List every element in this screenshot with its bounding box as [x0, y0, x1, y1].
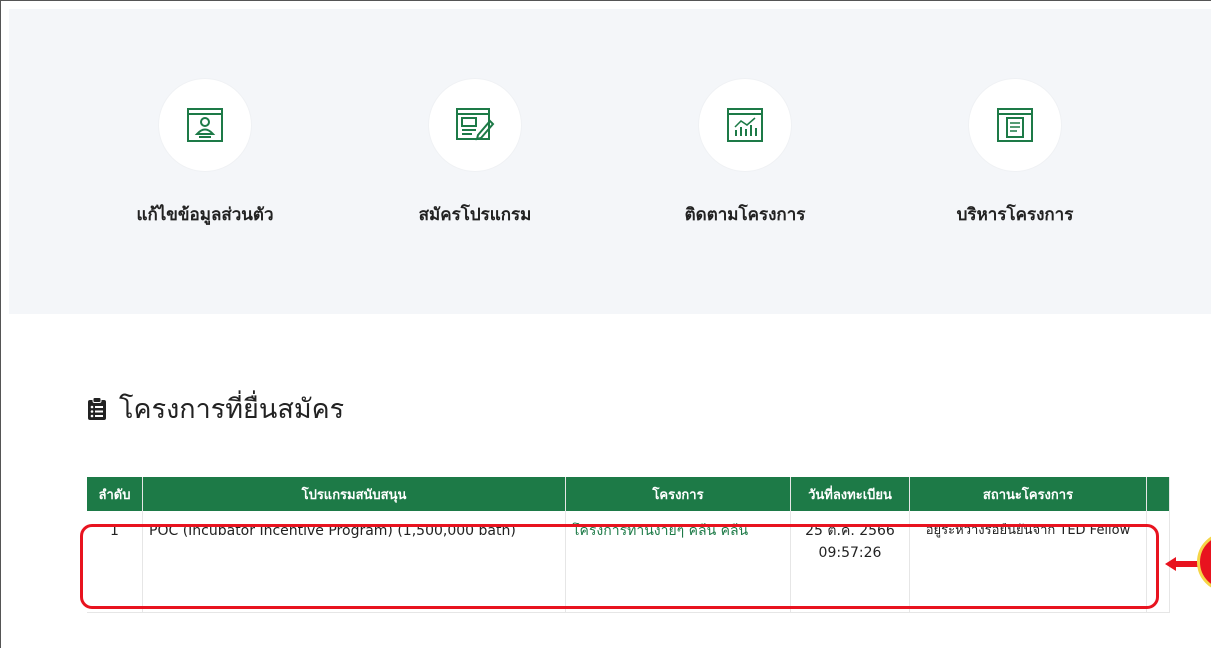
column-header-program[interactable]: โปรแกรมสนับสนุน	[142, 477, 566, 511]
quick-menu: แก้ไขข้อมูลส่วนตัว สมัครโปรแกรม ติดตามโค…	[9, 9, 1211, 314]
menu-item-edit-profile[interactable]: แก้ไขข้อมูลส่วนตัว	[95, 79, 315, 228]
section-title: โครงการที่ยื่นสมัคร	[119, 394, 345, 425]
column-header-project[interactable]: โครงการ	[565, 477, 791, 511]
project-management-icon	[997, 108, 1033, 142]
menu-label: ติดตามโครงการ	[684, 205, 806, 225]
menu-icon-circle[interactable]	[429, 79, 521, 171]
annotation-callout-badge	[1197, 532, 1211, 592]
menu-item-track-project[interactable]: ติดตามโครงการ	[635, 79, 855, 228]
menu-label: แก้ไขข้อมูลส่วนตัว	[136, 205, 274, 225]
section-heading: โครงการที่ยื่นสมัคร	[87, 387, 344, 430]
column-header-extra	[1146, 477, 1170, 511]
menu-item-apply-program[interactable]: สมัครโปรแกรม	[365, 79, 585, 228]
row-highlight-annotation	[80, 524, 1159, 609]
page: แก้ไขข้อมูลส่วนตัว สมัครโปรแกรม ติดตามโค…	[0, 0, 1211, 648]
menu-icon-circle[interactable]	[159, 79, 251, 171]
arrow-left-icon	[1165, 557, 1199, 571]
column-header-status[interactable]: สถานะโครงการ	[909, 477, 1147, 511]
table-header-row: ลำดับ โปรแกรมสนับสนุน โครงการ วันที่ลงทะ…	[87, 477, 1170, 511]
menu-icon-circle[interactable]	[969, 79, 1061, 171]
profile-card-icon	[187, 108, 223, 142]
column-header-no[interactable]: ลำดับ	[87, 477, 143, 511]
menu-label: บริหารโครงการ	[956, 205, 1074, 225]
column-header-registered-date[interactable]: วันที่ลงทะเบียน	[790, 477, 910, 511]
menu-icon-circle[interactable]	[699, 79, 791, 171]
clipboard-list-icon	[88, 396, 106, 420]
tracking-chart-icon	[727, 108, 763, 142]
menu-label: สมัครโปรแกรม	[418, 205, 532, 225]
menu-item-manage-project[interactable]: บริหารโครงการ	[905, 79, 1125, 228]
application-form-icon	[456, 108, 495, 141]
